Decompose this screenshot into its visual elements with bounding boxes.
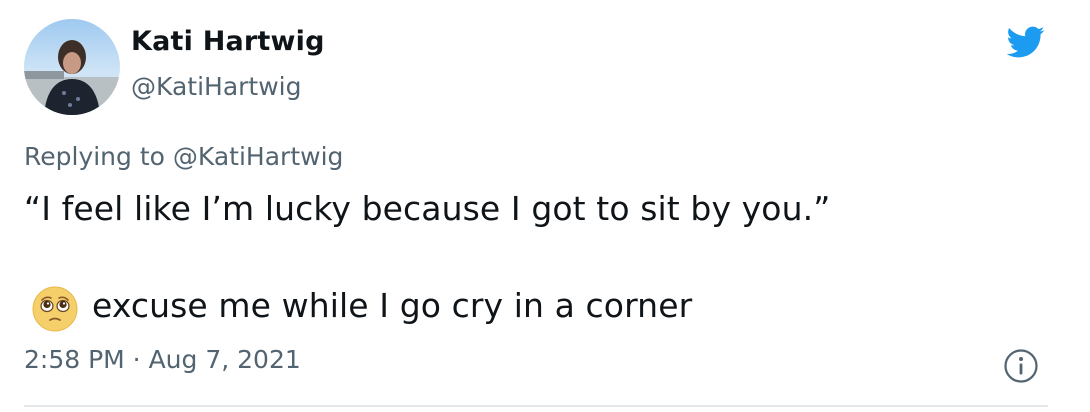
avatar[interactable] <box>24 19 120 115</box>
reply-mention-link[interactable]: @KatiHartwig <box>173 142 343 171</box>
replying-to: Replying to @KatiHartwig <box>24 142 343 171</box>
tweet-card: Kati Hartwig @KatiHartwig Replying to @K… <box>0 0 1090 412</box>
author-display-name[interactable]: Kati Hartwig <box>131 26 325 57</box>
pleading-face-emoji <box>32 286 78 332</box>
tweet-text-line-1: “I feel like I’m lucky because I got to … <box>24 189 831 228</box>
twitter-bird-icon[interactable] <box>1002 22 1048 62</box>
bottom-divider <box>24 405 1048 407</box>
avatar-photo <box>24 19 120 115</box>
info-icon[interactable] <box>1003 348 1039 384</box>
author-handle[interactable]: @KatiHartwig <box>131 72 301 101</box>
replying-to-label: Replying to <box>24 142 165 171</box>
tweet-timestamp[interactable]: 2:58 PM · Aug 7, 2021 <box>24 345 301 374</box>
tweet-text-line-2: excuse me while I go cry in a corner <box>92 286 693 325</box>
